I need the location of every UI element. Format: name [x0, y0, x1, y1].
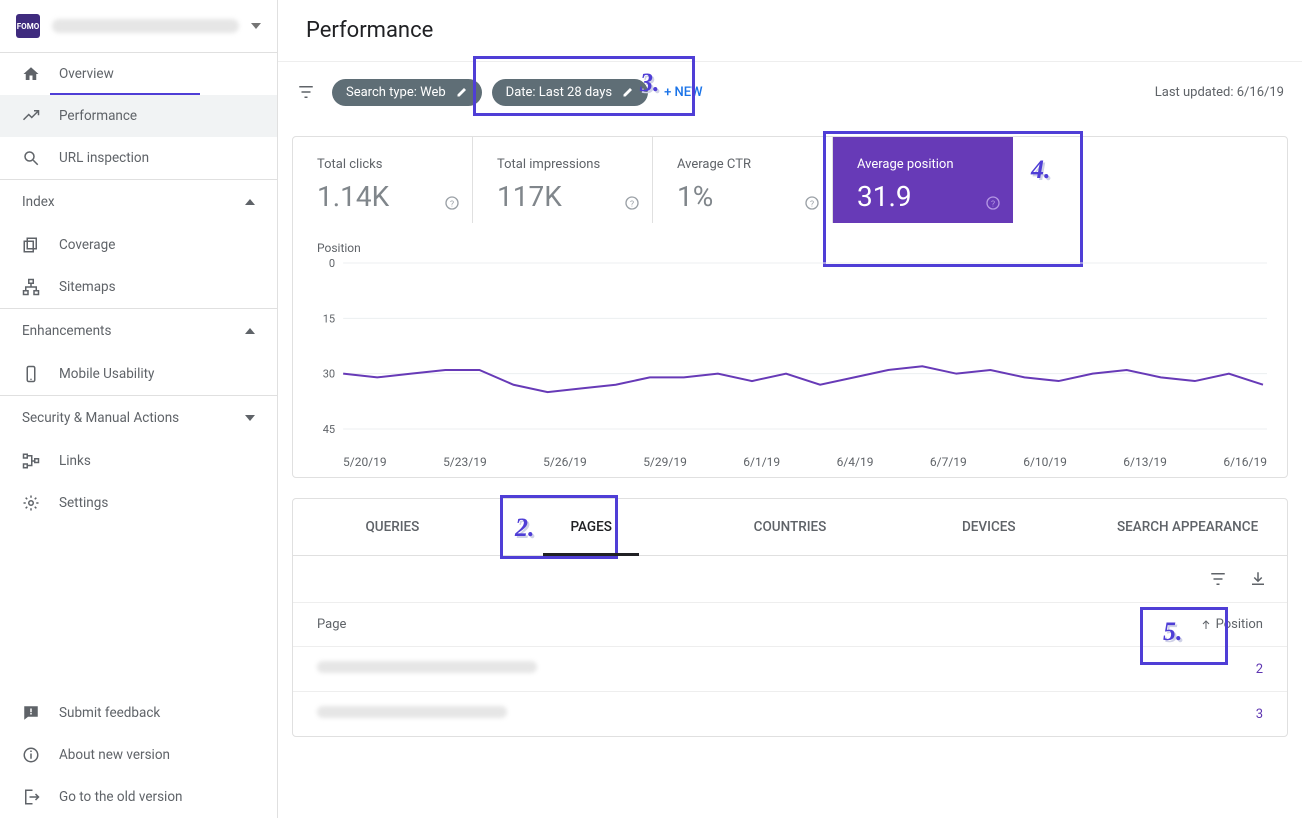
- links-icon: [21, 451, 41, 471]
- trending-up-icon: [21, 106, 41, 126]
- tab-countries[interactable]: COUNTRIES: [691, 499, 890, 555]
- svg-text:15: 15: [323, 312, 335, 325]
- page-url-blurred: [317, 706, 507, 718]
- sidebar-item-label: Go to the old version: [59, 789, 182, 805]
- svg-text:?: ?: [810, 199, 814, 209]
- sitemap-icon: [21, 277, 41, 297]
- sidebar-item-settings[interactable]: Settings: [0, 482, 277, 524]
- sidebar-item-label: Settings: [59, 495, 108, 511]
- phone-icon: [21, 364, 41, 384]
- col-header-page[interactable]: Page: [317, 617, 1173, 632]
- exit-icon: [21, 787, 41, 807]
- chip-date-range[interactable]: Date: Last 28 days: [492, 79, 648, 106]
- position-value: 2: [1173, 662, 1263, 677]
- table-actions: [293, 556, 1287, 602]
- tab-queries[interactable]: QUERIES: [293, 499, 492, 555]
- site-picker[interactable]: FOMO: [0, 0, 277, 52]
- download-icon[interactable]: [1249, 570, 1267, 588]
- info-icon: [21, 745, 41, 765]
- col-header-position[interactable]: Position: [1173, 617, 1263, 632]
- sidebar-item-coverage[interactable]: Coverage: [0, 224, 277, 266]
- sidebar-item-label: Links: [59, 453, 91, 469]
- sidebar-item-label: Sitemaps: [59, 279, 116, 295]
- sidebar-item-url-inspection[interactable]: URL inspection: [0, 137, 277, 179]
- page-title: Performance: [278, 0, 1302, 61]
- pencil-icon: [456, 86, 468, 98]
- sidebar-item-old-version[interactable]: Go to the old version: [0, 776, 277, 818]
- sidebar-group-index[interactable]: Index: [0, 180, 277, 224]
- help-icon[interactable]: ?: [624, 195, 640, 211]
- chevron-down-icon: [245, 415, 255, 421]
- home-icon: [21, 64, 41, 84]
- table-row[interactable]: 3: [293, 691, 1287, 736]
- feedback-icon: [21, 703, 41, 723]
- add-filter-button[interactable]: + NEW: [658, 85, 702, 100]
- table-row[interactable]: 2: [293, 646, 1287, 691]
- chart-x-axis: 5/20/195/23/195/26/195/29/196/1/196/4/19…: [303, 449, 1267, 469]
- tab-search-appearance[interactable]: SEARCH APPEARANCE: [1088, 499, 1287, 555]
- sidebar-item-label: Coverage: [59, 237, 115, 253]
- position-value: 3: [1173, 707, 1263, 722]
- help-icon[interactable]: ?: [444, 195, 460, 211]
- filter-icon[interactable]: [1209, 570, 1227, 588]
- table-header-row: Page Position: [293, 602, 1287, 646]
- metric-impressions[interactable]: Total impressions 117K ?: [473, 137, 653, 223]
- sidebar-item-feedback[interactable]: Submit feedback: [0, 692, 277, 734]
- svg-text:?: ?: [991, 199, 995, 209]
- svg-text:30: 30: [323, 368, 335, 381]
- sidebar-item-overview[interactable]: Overview: [0, 53, 277, 95]
- tab-devices[interactable]: DEVICES: [889, 499, 1088, 555]
- table-card: 2. 5. QUERIES PAGES COUNTRIES DEVICES SE…: [292, 498, 1288, 737]
- chevron-down-icon: [251, 23, 261, 29]
- copy-icon: [21, 235, 41, 255]
- sidebar-item-label: Overview: [59, 66, 114, 82]
- svg-text:?: ?: [450, 199, 454, 209]
- pencil-icon: [622, 86, 634, 98]
- chart-y-label: Position: [303, 241, 1267, 255]
- metric-ctr[interactable]: Average CTR 1% ?: [653, 137, 833, 223]
- svg-text:?: ?: [630, 199, 634, 209]
- chevron-up-icon: [245, 199, 255, 205]
- svg-text:45: 45: [323, 423, 335, 436]
- table-tabs: QUERIES PAGES COUNTRIES DEVICES SEARCH A…: [293, 499, 1287, 556]
- chip-search-type[interactable]: Search type: Web: [332, 79, 482, 106]
- gear-icon: [21, 493, 41, 513]
- sidebar-item-label: URL inspection: [59, 150, 149, 166]
- chart-container: Position 0 15 30 45 5/20/195/23/195/26/195/…: [293, 223, 1287, 477]
- sidebar-item-label: Mobile Usability: [59, 366, 154, 382]
- sidebar-group-enhancements[interactable]: Enhancements: [0, 309, 277, 353]
- sidebar-item-mobile-usability[interactable]: Mobile Usability: [0, 353, 277, 395]
- sidebar-item-label: Performance: [59, 108, 137, 124]
- metrics-row: Total clicks 1.14K ? Total impressions 1…: [293, 137, 1287, 223]
- sidebar: FOMO 1. Overview Performance URL inspect…: [0, 0, 278, 818]
- metric-position[interactable]: Average position 31.9 ?: [833, 137, 1013, 223]
- page-url-blurred: [317, 661, 537, 673]
- performance-card: 4. Total clicks 1.14K ? Total impression…: [292, 136, 1288, 478]
- metric-clicks[interactable]: Total clicks 1.14K ?: [293, 137, 473, 223]
- sidebar-item-performance[interactable]: Performance: [0, 95, 277, 137]
- sidebar-item-label: Submit feedback: [59, 705, 160, 721]
- filter-toolbar: 3. Search type: Web Date: Last 28 days +…: [278, 61, 1302, 122]
- site-url-blurred: [52, 19, 239, 33]
- main-content: Performance 3. Search type: Web Date: La…: [278, 0, 1302, 818]
- search-icon: [21, 148, 41, 168]
- chevron-up-icon: [245, 328, 255, 334]
- site-favicon: FOMO: [16, 14, 40, 38]
- sort-asc-icon: [1200, 619, 1212, 631]
- position-chart[interactable]: 0 15 30 45: [303, 259, 1267, 449]
- help-icon[interactable]: ?: [804, 195, 820, 211]
- svg-text:0: 0: [329, 259, 335, 270]
- filter-icon[interactable]: [290, 76, 322, 108]
- sidebar-item-links[interactable]: Links: [0, 440, 277, 482]
- tab-pages[interactable]: PAGES: [492, 499, 691, 555]
- sidebar-item-about[interactable]: About new version: [0, 734, 277, 776]
- help-icon[interactable]: ?: [985, 195, 1001, 211]
- last-updated: Last updated: 6/16/19: [1155, 85, 1284, 100]
- sidebar-item-label: About new version: [59, 747, 170, 763]
- sidebar-group-security[interactable]: Security & Manual Actions: [0, 396, 277, 440]
- sidebar-item-sitemaps[interactable]: Sitemaps: [0, 266, 277, 308]
- sidebar-section-main: 1. Overview Performance URL inspection: [0, 52, 277, 179]
